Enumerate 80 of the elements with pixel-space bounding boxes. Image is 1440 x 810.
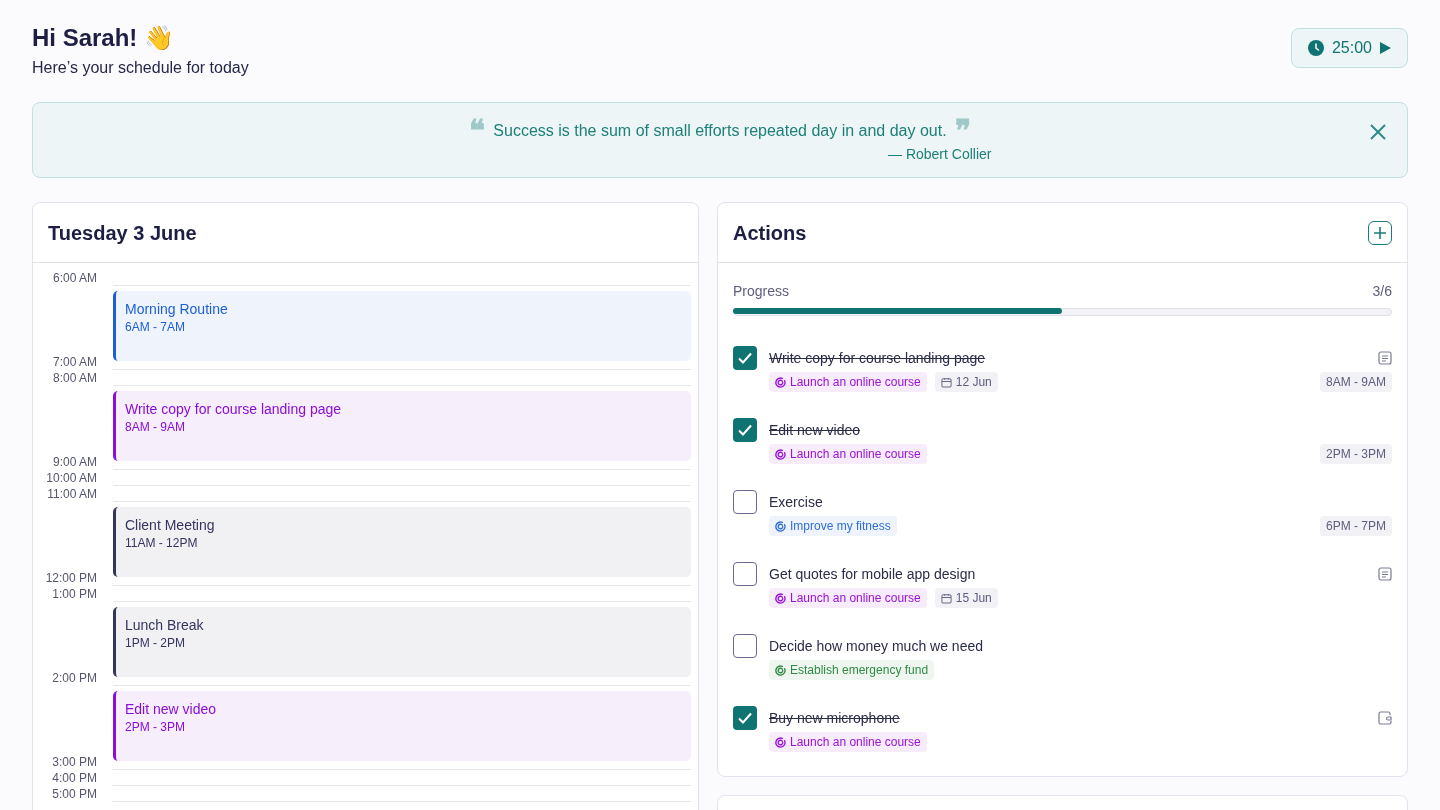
- time-label: 2:00 PM: [51, 670, 98, 686]
- event-time: 11AM - 12PM: [125, 535, 199, 551]
- event-block[interactable]: Edit new video 2PM - 3PM: [113, 691, 691, 761]
- time-tag: 6PM - 7PM: [1320, 516, 1392, 536]
- greeting-subtitle: Here’s your schedule for today: [32, 58, 249, 78]
- progress-label: Progress: [733, 282, 790, 301]
- time-tag: 8AM - 9AM: [1320, 372, 1392, 392]
- time-label: 1:00 PM: [51, 586, 98, 602]
- open-quote-mark: ❝: [469, 115, 486, 146]
- time-label: 10:00 AM: [45, 470, 98, 486]
- event-block[interactable]: Morning Routine 6AM - 7AM: [113, 291, 691, 361]
- time-label: 5:00 PM: [51, 786, 98, 802]
- calendar-icon: [940, 376, 952, 388]
- timer-button[interactable]: 25:00: [1290, 28, 1408, 68]
- checkbox[interactable]: [733, 634, 757, 658]
- event-block[interactable]: Write copy for course landing page 8AM - 9AM: [113, 391, 691, 461]
- event-block[interactable]: Client Meeting 11AM - 12PM: [113, 507, 691, 577]
- goal-tag[interactable]: Launch an online course: [769, 444, 927, 464]
- note-icon[interactable]: [1378, 351, 1392, 365]
- time-label: 4:00 PM: [51, 770, 98, 786]
- clock-icon: [1307, 40, 1324, 56]
- calendar-icon: [940, 592, 952, 604]
- time-label: 8:00 AM: [51, 370, 98, 386]
- checkmark-icon: [738, 424, 752, 436]
- target-icon: [775, 664, 786, 676]
- target-icon: [775, 736, 786, 748]
- event-title: Client Meeting: [125, 516, 216, 535]
- close-quote-mark: ❞: [954, 115, 971, 146]
- checkbox[interactable]: [733, 706, 757, 730]
- event-time: 6AM - 7AM: [125, 319, 186, 335]
- wallet-icon[interactable]: [1378, 711, 1392, 725]
- time-label: 3:00 PM: [51, 754, 98, 770]
- quote-text: Success is the sum of small efforts repeated day in and day out.: [493, 120, 947, 141]
- goal-tag[interactable]: Launch an online course: [769, 732, 927, 752]
- time-label: 11:00 AM: [46, 486, 98, 502]
- time-label: 7:00 AM: [51, 354, 98, 370]
- task-title: Exercise: [769, 492, 823, 512]
- schedule-title: Tuesday 3 June: [48, 220, 197, 246]
- event-title: Write copy for course landing page: [125, 400, 343, 419]
- event-title: Morning Routine: [125, 300, 229, 319]
- note-icon[interactable]: [1378, 567, 1392, 581]
- goal-tag[interactable]: Launch an online course: [769, 588, 927, 608]
- goal-tag[interactable]: Improve my fitness: [769, 516, 897, 536]
- add-button[interactable]: [1368, 220, 1392, 245]
- quote-author: — Robert Collier: [888, 144, 992, 164]
- target-icon: [775, 448, 786, 460]
- task-title: Decide how money much we need: [769, 636, 983, 656]
- event-title: Lunch Break: [125, 616, 205, 635]
- play-icon: [1380, 42, 1391, 54]
- event-time: 1PM - 2PM: [125, 635, 186, 651]
- time-label: 9:00 AM: [51, 454, 98, 470]
- checkbox[interactable]: [733, 490, 757, 514]
- checkmark-icon: [738, 712, 752, 724]
- time-label: 6:00 AM: [51, 270, 98, 286]
- event-time: 2PM - 3PM: [125, 719, 186, 735]
- task-title: Get quotes for mobile app design: [769, 564, 976, 584]
- target-icon: [775, 520, 786, 532]
- date-tag: 12 Jun: [934, 372, 998, 392]
- plus-icon: [1374, 226, 1386, 239]
- date-tag: 15 Jun: [934, 588, 998, 608]
- target-icon: [775, 592, 786, 604]
- event-block[interactable]: Lunch Break 1PM - 2PM: [113, 607, 691, 677]
- event-time: 8AM - 9AM: [125, 419, 186, 435]
- goal-tag[interactable]: Establish emergency fund: [769, 660, 935, 680]
- checkbox[interactable]: [733, 562, 757, 586]
- event-title: Edit new video: [125, 700, 218, 719]
- actions-title: Actions: [733, 220, 807, 246]
- time-tag: 2PM - 3PM: [1320, 444, 1392, 464]
- goal-tag[interactable]: Launch an online course: [769, 372, 927, 392]
- task-title: Buy new microphone: [769, 708, 900, 728]
- checkbox[interactable]: [733, 346, 757, 370]
- task-title: Write copy for course landing page: [769, 348, 986, 368]
- progress-count: 3/6: [1372, 282, 1392, 301]
- checkmark-icon: [738, 352, 752, 364]
- greeting-title: Hi Sarah! 👋: [32, 23, 176, 53]
- close-button[interactable]: [1368, 122, 1388, 142]
- target-icon: [775, 376, 786, 388]
- task-title: Edit new video: [769, 420, 861, 440]
- time-label: 12:00 PM: [44, 570, 98, 586]
- checkbox[interactable]: [733, 418, 757, 442]
